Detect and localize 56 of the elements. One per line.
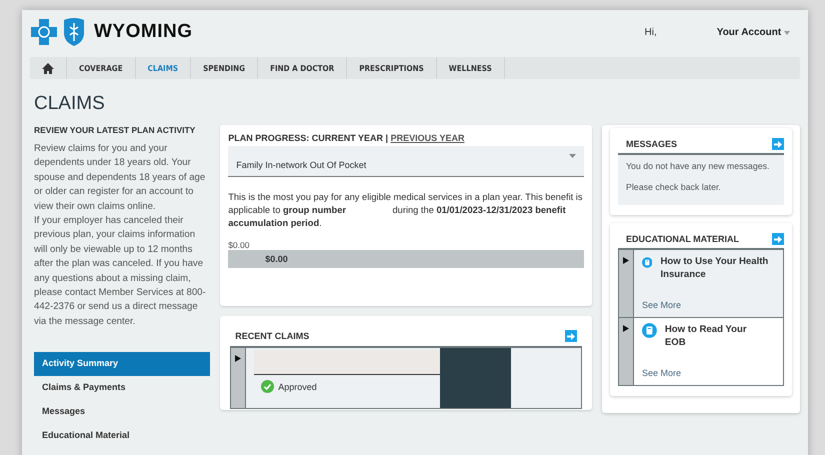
material-item[interactable]: How to Read Your EOB See More <box>618 317 783 385</box>
sidebar-heading: REVIEW YOUR LATEST PLAN ACTIVITY <box>34 125 196 135</box>
previous-year-link[interactable]: PREVIOUS YEAR <box>390 133 464 143</box>
expand-toggle[interactable] <box>618 250 634 317</box>
account-menu[interactable]: Your Account <box>716 26 790 38</box>
nav-tab[interactable]: FIND A DOCTOR <box>258 57 348 79</box>
sidebar-item[interactable]: Claims & Payments <box>34 376 210 400</box>
card-heading: PLAN PROGRESS: CURRENT YEAR | <box>228 133 388 143</box>
card-heading: RECENT CLAIMS <box>235 331 310 341</box>
see-more-link[interactable]: See More <box>642 300 682 310</box>
triangle-icon <box>235 354 242 363</box>
sidebar-item[interactable]: Messages <box>34 400 210 424</box>
caret-icon <box>568 154 576 158</box>
card-heading: EDUCATIONAL MATERIAL <box>626 234 739 244</box>
arrow-button[interactable] <box>772 138 784 150</box>
sidebar-paragraph: If your employer has canceled their previous plan, your claims information will only be viewable up to 12 months after the plan was canceled. If you have any questions about a missing claim, please contact Member Services at 800-442-2376 or send us a direct message via the message center. <box>34 214 207 329</box>
document-icon <box>642 255 652 270</box>
logo-text: WYOMING <box>94 21 192 43</box>
claim-status: Approved <box>278 382 317 392</box>
nav-tab[interactable]: COVERAGE <box>67 57 136 79</box>
plan-description: This is the most you pay for any eligible medical services in a plan year. This benefit is applicable to group number during the 01/01/2023-12/31/2023 benefit accumulation period. <box>228 191 584 230</box>
home-icon <box>42 62 54 74</box>
document-icon <box>642 323 657 338</box>
triangle-icon <box>622 256 629 265</box>
shield-logo-icon <box>62 17 86 47</box>
nav-tab[interactable]: SPENDING <box>191 57 258 79</box>
redaction-block <box>440 348 511 408</box>
caret-icon <box>784 30 790 34</box>
triangle-icon <box>622 324 629 333</box>
arrow-button[interactable] <box>564 330 577 342</box>
arrow-icon <box>774 236 782 242</box>
nav-tab[interactable]: WELLNESS <box>436 57 505 79</box>
arrow-icon <box>774 140 782 148</box>
card-heading: MESSAGES <box>626 139 677 149</box>
expand-toggle[interactable] <box>231 348 246 408</box>
bar-label: $0.00 <box>228 240 250 250</box>
sidebar-item[interactable]: Activity Summary <box>34 352 210 376</box>
greeting: Hi, <box>644 26 657 38</box>
expand-toggle[interactable] <box>618 318 634 385</box>
bar-value: $0.00 <box>265 254 288 264</box>
arrow-icon <box>566 332 575 340</box>
material-item[interactable]: How to Use Your Health Insurance See More <box>618 250 783 317</box>
material-title: How to Use Your Health Insurance <box>660 255 770 281</box>
message-text: Please check back later. <box>626 181 722 194</box>
arrow-button[interactable] <box>772 233 784 245</box>
page-title: CLAIMS <box>34 93 106 115</box>
see-more-link[interactable]: See More <box>642 368 682 378</box>
cross-logo-icon <box>30 18 58 46</box>
material-title: How to Read Your EOB <box>664 323 748 349</box>
check-icon <box>261 380 274 393</box>
sidebar-item[interactable]: Educational Material <box>34 424 210 448</box>
message-text: You do not have any new messages. <box>626 160 770 173</box>
claim-row[interactable]: Approved <box>230 348 582 409</box>
sidebar-paragraph: Review claims for you and your dependents under 18 years old. Your spouse and dependents 18 years of age or older can register for an account to view their own claims online. <box>34 142 206 214</box>
plan-dropdown[interactable]: Family In-network Out Of Pocket <box>228 146 584 177</box>
nav-tab[interactable]: PRESCRIPTIONS <box>347 57 437 79</box>
